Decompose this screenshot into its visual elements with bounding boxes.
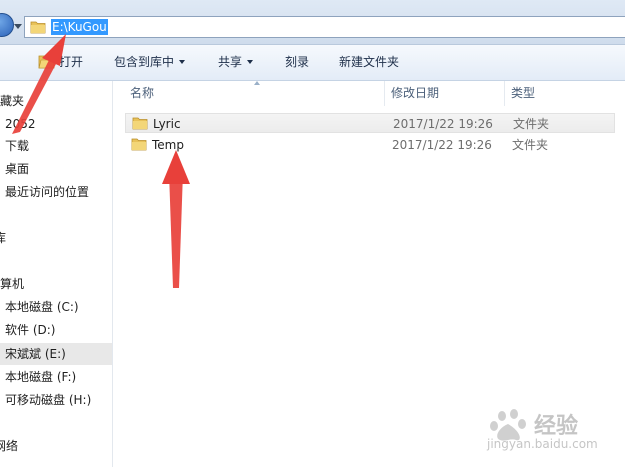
file-date: 2017/1/22 19:26 bbox=[393, 117, 493, 131]
address-input[interactable]: E:\KuGou bbox=[24, 16, 625, 38]
column-divider[interactable] bbox=[504, 81, 505, 106]
nav-drive-e-label: 宋斌斌 (E:) bbox=[5, 347, 66, 361]
back-button[interactable] bbox=[0, 13, 14, 37]
nav-item-recent[interactable]: 最近访问的位置 bbox=[5, 181, 89, 203]
column-header-type[interactable]: 类型 bbox=[511, 81, 535, 106]
sort-indicator-icon bbox=[254, 81, 260, 85]
burn-label: 刻录 bbox=[285, 55, 310, 69]
share-label: 共享 bbox=[218, 55, 243, 69]
nav-drive-h[interactable]: 可移动磁盘 (H:) bbox=[5, 389, 91, 411]
address-bar: E:\KuGou bbox=[0, 0, 625, 45]
nav-computer[interactable]: 计算机 bbox=[0, 273, 24, 295]
burn-button[interactable]: 刻录 bbox=[285, 45, 309, 80]
include-library-button[interactable]: 包含到库中 bbox=[114, 45, 186, 80]
nav-item-downloads[interactable]: 下载 bbox=[5, 135, 29, 157]
new-folder-button[interactable]: 新建文件夹 bbox=[339, 45, 399, 80]
history-dropdown-icon[interactable] bbox=[14, 24, 22, 29]
column-header-date[interactable]: 修改日期 bbox=[391, 81, 439, 106]
navigation-pane: 收藏夹 2052 下载 桌面 最近访问的位置 库 计算机 本地磁盘 (C:) 软… bbox=[0, 81, 113, 467]
file-type: 文件夹 bbox=[513, 117, 550, 131]
file-type: 文件夹 bbox=[512, 138, 549, 152]
include-library-label: 包含到库中 bbox=[114, 55, 175, 69]
column-header-name[interactable]: 名称 bbox=[130, 81, 154, 106]
open-folder-icon bbox=[38, 55, 56, 69]
watermark-url: jingyan.baidu.com bbox=[487, 437, 598, 451]
nav-drive-f[interactable]: 本地磁盘 (F:) bbox=[5, 366, 76, 388]
nav-drive-e-selected[interactable]: 宋斌斌 (E:) bbox=[0, 343, 112, 365]
share-button[interactable]: 共享 bbox=[218, 45, 254, 80]
nav-item-2052[interactable]: 2052 bbox=[5, 113, 36, 135]
column-divider[interactable] bbox=[384, 81, 385, 106]
nav-libraries[interactable]: 库 bbox=[0, 227, 6, 249]
file-row-temp[interactable]: Temp 2017/1/22 19:26 文件夹 bbox=[125, 135, 615, 155]
open-button[interactable]: 打开 bbox=[59, 45, 83, 80]
nav-item-desktop[interactable]: 桌面 bbox=[5, 158, 29, 180]
nav-drive-c[interactable]: 本地磁盘 (C:) bbox=[5, 296, 79, 318]
folder-icon bbox=[132, 117, 148, 130]
file-date: 2017/1/22 19:26 bbox=[392, 138, 492, 152]
file-name: Temp bbox=[152, 138, 184, 152]
nav-favorites[interactable]: 收藏夹 bbox=[0, 90, 24, 112]
nav-drive-d[interactable]: 软件 (D:) bbox=[5, 319, 55, 341]
chevron-down-icon bbox=[247, 60, 254, 64]
address-path[interactable]: E:\KuGou bbox=[51, 19, 108, 35]
new-folder-label: 新建文件夹 bbox=[339, 55, 400, 69]
folder-icon bbox=[30, 21, 46, 34]
chevron-down-icon bbox=[179, 60, 186, 64]
file-name: Lyric bbox=[153, 117, 181, 131]
file-row-lyric[interactable]: Lyric 2017/1/22 19:26 文件夹 bbox=[125, 113, 615, 133]
watermark-brand: 经验 bbox=[534, 414, 579, 439]
folder-icon bbox=[131, 138, 147, 151]
open-label: 打开 bbox=[59, 55, 84, 69]
command-bar: 打开 包含到库中 共享 刻录 新建文件夹 bbox=[0, 45, 625, 81]
nav-network[interactable]: 网络 bbox=[0, 435, 18, 457]
